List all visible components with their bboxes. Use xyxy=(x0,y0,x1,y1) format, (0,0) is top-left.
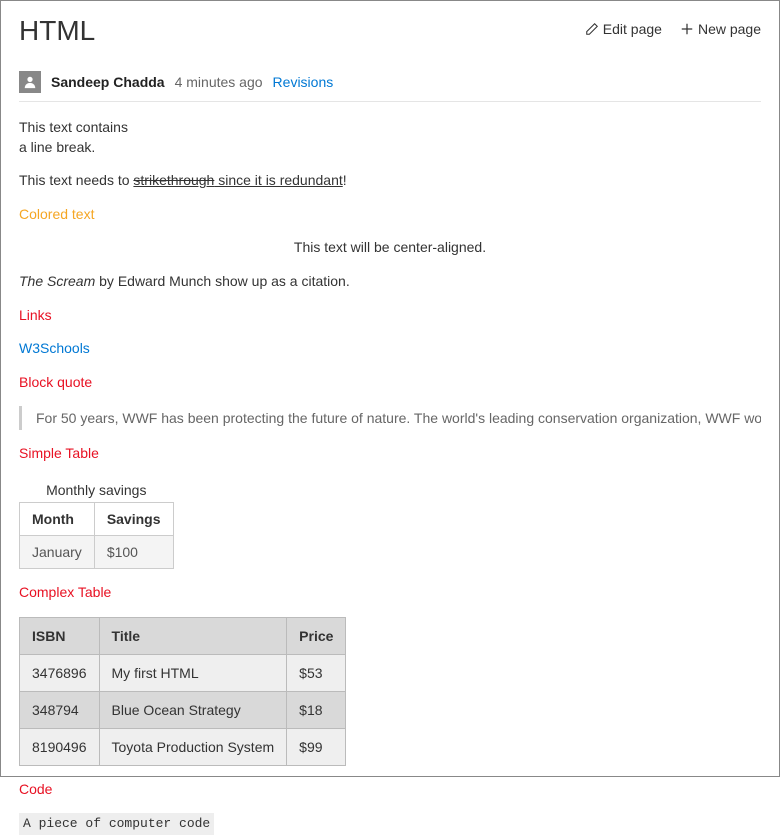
th-title: Title xyxy=(99,617,287,654)
th-savings: Savings xyxy=(94,502,173,535)
colored-text: Colored text xyxy=(19,205,761,225)
table-row: January $100 xyxy=(20,535,174,568)
new-page-label: New page xyxy=(698,21,761,37)
simple-table-heading: Simple Table xyxy=(19,444,761,464)
code-heading: Code xyxy=(19,780,761,800)
strike-sample: This text needs to strikethrough since i… xyxy=(19,171,761,191)
table-row: 8190496 Toyota Production System $99 xyxy=(20,728,346,765)
th-price: Price xyxy=(287,617,346,654)
td-price: $18 xyxy=(287,691,346,728)
strike-word: strikethrough xyxy=(133,172,214,188)
byline-row: Sandeep Chadda 4 minutes ago Revisions xyxy=(19,71,761,93)
td-isbn: 8190496 xyxy=(20,728,100,765)
centered-text: This text will be center-aligned. xyxy=(19,238,761,258)
td-title: Toyota Production System xyxy=(99,728,287,765)
table-row: 3476896 My first HTML $53 xyxy=(20,654,346,691)
citation-rest: by Edward Munch show up as a citation. xyxy=(95,273,349,289)
separator xyxy=(19,101,761,102)
complex-table: ISBN Title Price 3476896 My first HTML $… xyxy=(19,617,346,766)
td-isbn: 3476896 xyxy=(20,654,100,691)
td-title: Blue Ocean Strategy xyxy=(99,691,287,728)
person-icon xyxy=(23,75,37,89)
td-savings: $100 xyxy=(94,535,173,568)
simple-table-caption: Monthly savings xyxy=(19,478,174,502)
th-month: Month xyxy=(20,502,95,535)
revisions-link[interactable]: Revisions xyxy=(273,74,334,90)
citation-title: The Scream xyxy=(19,273,95,289)
timestamp: 4 minutes ago xyxy=(175,74,263,90)
strike-pre: This text needs to xyxy=(19,172,133,188)
new-page-button[interactable]: New page xyxy=(680,21,761,37)
edit-page-label: Edit page xyxy=(603,21,662,37)
table-row: ISBN Title Price xyxy=(20,617,346,654)
td-price: $53 xyxy=(287,654,346,691)
citation-line: The Scream by Edward Munch show up as a … xyxy=(19,272,761,292)
page-title: HTML xyxy=(19,15,95,47)
blockquote-heading: Block quote xyxy=(19,373,761,393)
td-price: $99 xyxy=(287,728,346,765)
strike-post: since it is redundant xyxy=(214,172,342,188)
blockquote-content: For 50 years, WWF has been protecting th… xyxy=(19,406,761,430)
edit-page-button[interactable]: Edit page xyxy=(585,21,662,37)
table-row: 348794 Blue Ocean Strategy $18 xyxy=(20,691,346,728)
w3schools-link[interactable]: W3Schools xyxy=(19,340,90,356)
strike-bang: ! xyxy=(343,172,347,188)
line1: This text contains xyxy=(19,118,761,138)
td-isbn: 348794 xyxy=(20,691,100,728)
complex-table-heading: Complex Table xyxy=(19,583,761,603)
pencil-icon xyxy=(585,22,599,36)
author-name: Sandeep Chadda xyxy=(51,74,165,90)
linebreak-sample: This text contains a line break. xyxy=(19,118,761,157)
line2: a line break. xyxy=(19,139,95,155)
th-isbn: ISBN xyxy=(20,617,100,654)
td-title: My first HTML xyxy=(99,654,287,691)
table-row: Month Savings xyxy=(20,502,174,535)
code-sample: A piece of computer code xyxy=(19,813,214,835)
header-actions: Edit page New page xyxy=(585,21,761,37)
links-heading: Links xyxy=(19,306,761,326)
simple-table: Monthly savings Month Savings January $1… xyxy=(19,478,174,569)
plus-icon xyxy=(680,22,694,36)
content-body: This text contains a line break. This te… xyxy=(19,118,761,835)
td-month: January xyxy=(20,535,95,568)
avatar xyxy=(19,71,41,93)
